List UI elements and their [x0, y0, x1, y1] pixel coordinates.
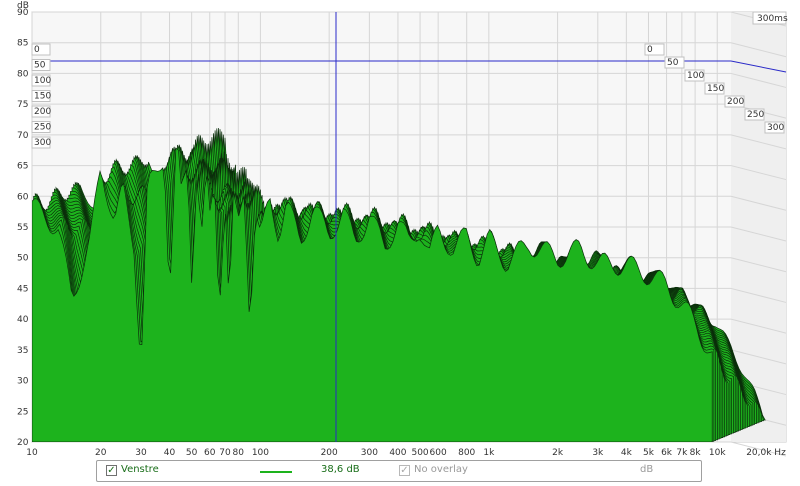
- x-tick-label: 300: [361, 448, 378, 458]
- x-tick-label: 50: [186, 448, 198, 458]
- x-tick-label: 30: [135, 448, 147, 458]
- y-tick-label: 75: [17, 100, 28, 110]
- legend-bar: ✓ Venstre 38,6 dB ✓ No overlay dB: [96, 460, 702, 482]
- overlay-checkbox[interactable]: ✓: [399, 465, 410, 476]
- x-tick-label: 80: [233, 448, 245, 458]
- y-tick-label: 45: [17, 284, 28, 294]
- x-tick-label: 6k: [661, 448, 673, 458]
- time-tick-left-label: 250: [34, 123, 51, 133]
- y-tick-label: 20: [17, 438, 29, 448]
- time-tick-left-label: 150: [34, 92, 51, 102]
- y-tick-label: 60: [17, 192, 29, 202]
- series-name: Venstre: [121, 464, 159, 475]
- x-tick-label: 20,0k Hz: [746, 448, 786, 458]
- series-visible-checkbox[interactable]: ✓: [106, 465, 117, 476]
- x-tick-label: 4k: [621, 448, 633, 458]
- waterfall-chart: 90858075706560555045403530252010 20 30 40 50…: [17, 1, 788, 458]
- x-tick-label: 3k: [592, 448, 604, 458]
- y-tick-label: 65: [17, 162, 28, 172]
- time-tick-right-label: 300: [767, 123, 784, 133]
- y-tick-label: 40: [17, 315, 29, 325]
- time-tick-right-label: 150: [707, 84, 724, 94]
- time-tick-left-label: 100: [34, 76, 51, 86]
- x-tick-label: 100: [252, 448, 269, 458]
- y-tick-label: 25: [17, 407, 28, 417]
- y-tick-label: 35: [17, 346, 28, 356]
- overlay-label: No overlay: [414, 464, 468, 475]
- y-tick-label: 70: [17, 131, 29, 141]
- y-tick-label: 55: [17, 223, 28, 233]
- time-tick-right-label: 200: [727, 97, 744, 107]
- x-tick-label: 40: [164, 448, 176, 458]
- x-tick-label: 1k: [483, 448, 495, 458]
- series-value: 38,6 dB: [321, 464, 360, 475]
- y-tick-label: 50: [17, 254, 29, 264]
- x-tick-label: 10: [26, 448, 38, 458]
- x-tick-label: 800: [458, 448, 475, 458]
- unit-label: dB: [640, 464, 654, 475]
- x-tick-label: 5k: [643, 448, 655, 458]
- time-tick-left-label: 0: [34, 45, 40, 55]
- x-tick-label: 60: [204, 448, 216, 458]
- time-tick-left-label: 50: [34, 61, 46, 71]
- x-tick-label: 2k: [552, 448, 564, 458]
- x-tick-label: 400: [389, 448, 406, 458]
- time-tick-right-label: 100: [687, 71, 704, 81]
- time-tick-left-label: 200: [34, 107, 51, 117]
- x-tick-label: 500: [411, 448, 428, 458]
- time-tick-right-label: 250: [747, 110, 764, 120]
- x-tick-label: 10k: [709, 448, 726, 458]
- time-tick-right-label: 0: [647, 45, 653, 55]
- y-tick-label: 80: [17, 69, 29, 79]
- x-tick-label: 8k: [690, 448, 702, 458]
- x-tick-label: 7k: [676, 448, 688, 458]
- x-tick-label: 600: [430, 448, 447, 458]
- y-tick-label: 85: [17, 39, 28, 49]
- time-tick-right-label: 50: [667, 58, 679, 68]
- y-axis-unit-label: dB: [17, 1, 29, 11]
- time-axis-total-label: 300ms: [757, 14, 788, 24]
- x-tick-label: 70: [219, 448, 231, 458]
- time-tick-left-label: 300: [34, 138, 51, 148]
- series-color-swatch: [260, 471, 292, 473]
- y-tick-label: 30: [17, 377, 29, 387]
- time-axis-corner: 300ms: [752, 11, 788, 25]
- x-tick-label: 20: [95, 448, 107, 458]
- x-tick-label: 200: [321, 448, 338, 458]
